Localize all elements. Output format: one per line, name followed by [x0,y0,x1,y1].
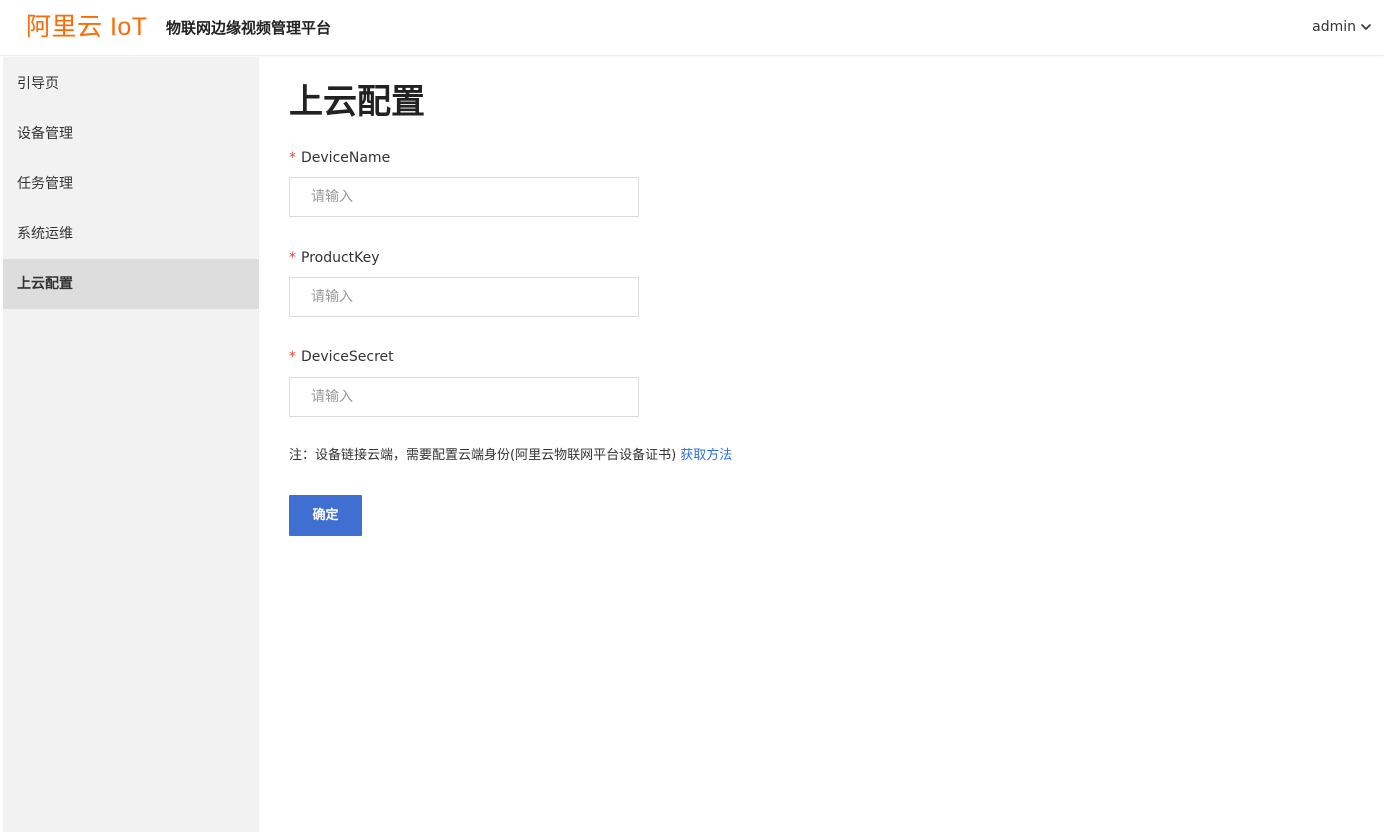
device-secret-label: * DeviceSecret [289,347,394,367]
required-mark: * [289,250,296,266]
sidebar-item-system-ops[interactable]: 系统运维 [3,209,259,259]
product-key-input[interactable] [289,277,639,317]
brand-logo[interactable]: 阿里云 IoT [26,11,148,43]
app-title: 物联网边缘视频管理平台 [166,19,332,37]
get-method-link[interactable]: 获取方法 [680,448,732,463]
confirm-button[interactable]: 确定 [289,495,362,536]
product-key-label: * ProductKey [289,248,380,268]
product-key-label-text: ProductKey [301,250,380,266]
required-mark: * [289,150,296,166]
sidebar-item-guide[interactable]: 引导页 [3,59,259,109]
device-name-label-text: DeviceName [301,150,391,166]
required-mark: * [289,349,296,365]
chevron-down-icon [1361,24,1371,30]
user-menu[interactable]: admin [1312,16,1372,38]
sidebar-item-cloud-config[interactable]: 上云配置 [3,259,259,309]
user-name: admin [1312,19,1356,35]
config-note-text: 注：设备链接云端，需要配置云端身份(阿里云物联网平台设备证书) [289,448,677,463]
device-secret-label-text: DeviceSecret [301,349,394,365]
sidebar-item-device-management[interactable]: 设备管理 [3,109,259,159]
page-title: 上云配置 [289,82,425,122]
top-header: 阿里云 IoT 物联网边缘视频管理平台 admin [0,0,1384,56]
device-name-label: * DeviceName [289,148,390,168]
sidebar-item-task-management[interactable]: 任务管理 [3,159,259,209]
device-secret-input[interactable] [289,377,639,417]
device-name-input[interactable] [289,177,639,217]
config-note: 注：设备链接云端，需要配置云端身份(阿里云物联网平台设备证书) 获取方法 [289,446,732,466]
